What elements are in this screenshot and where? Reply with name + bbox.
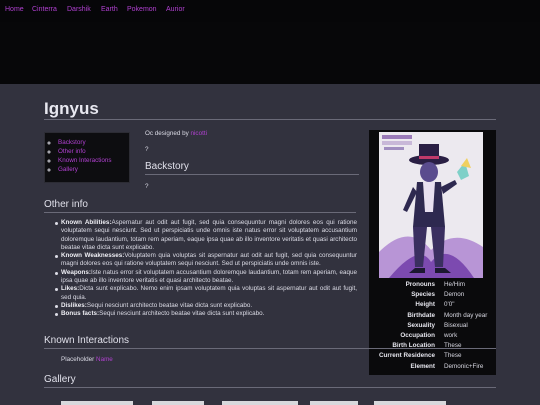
nav-link-darshik[interactable]: Darshik	[67, 6, 91, 13]
gallery-thumbnail[interactable]	[374, 401, 446, 405]
infobox-row-occupation: Occupation work	[369, 332, 496, 342]
gallery-thumbnail[interactable]	[61, 401, 133, 405]
infobox-row-current-residence: Current Residence These	[369, 352, 496, 362]
interaction-entry: Placeholder Name	[61, 356, 113, 363]
fact-label: Weapons:	[61, 268, 91, 276]
character-portrait[interactable]	[379, 132, 483, 278]
designer-credit: Oc designed by nicotti	[145, 130, 207, 137]
backstory-text: ?	[145, 183, 149, 190]
header-banner	[0, 22, 540, 84]
nav-link-earth[interactable]: Earth	[101, 6, 118, 13]
fact-label: Known Abilities:	[61, 219, 112, 226]
fact-item-abilities: Known Abilities:Aspernatur aut odit aut …	[55, 219, 357, 252]
infobox-label: Species	[411, 291, 435, 299]
designer-credit-prefix: Oc designed by	[145, 130, 191, 137]
designer-link[interactable]: nicotti	[191, 130, 207, 137]
other-info-heading: Other info	[44, 199, 88, 210]
infobox-row-birthdate: Birthdate Month day year	[369, 312, 496, 322]
gallery-heading: Gallery	[44, 374, 76, 385]
infobox-row-sexuality: Sexuality Bisexual	[369, 322, 496, 332]
gallery-thumbnail[interactable]	[152, 401, 204, 405]
character-portrait-art	[379, 132, 483, 278]
infobox-value: Demon	[444, 291, 465, 299]
infobox-label: Birthdate	[407, 311, 435, 319]
facts-list: Known Abilities:Aspernatur aut odit aut …	[55, 219, 357, 319]
known-interactions-heading: Known Interactions	[44, 335, 130, 346]
infobox-row-element: Element Demonic+Fire	[369, 363, 496, 373]
top-nav: Home Cinterra Darshik Earth Pokemon Auri…	[0, 0, 540, 22]
infobox-label: Element	[410, 362, 436, 370]
interaction-name-link[interactable]: Name	[96, 356, 113, 363]
backstory-divider	[145, 174, 359, 175]
toc-item-other-info[interactable]: Other info	[58, 147, 112, 156]
nav-link-aurior[interactable]: Aurior	[166, 6, 185, 13]
gallery-thumbnail[interactable]	[310, 401, 358, 405]
fact-label: Known Weaknesses:	[61, 252, 125, 260]
nav-link-cinterra[interactable]: Cinterra	[32, 6, 57, 13]
infobox-row-height: Height 0'0"	[369, 301, 496, 311]
fact-text: Iste natus error sit voluptatem accusant…	[61, 268, 357, 285]
infobox-value: These	[444, 352, 462, 360]
fact-label: Bonus facts:	[61, 310, 100, 318]
page-title: Ignyus	[44, 99, 99, 118]
toc-item-known-interactions[interactable]: Known Interactions	[58, 156, 112, 165]
infobox-value: Month day year	[444, 311, 488, 319]
intro-text: ?	[145, 146, 149, 153]
interaction-prefix: Placeholder	[61, 356, 97, 363]
toc-item-backstory[interactable]: Backstory	[58, 138, 112, 147]
toc-item-gallery[interactable]: Gallery	[58, 165, 112, 174]
fact-item-dislikes: Dislikes:Sequi nesciunt architecto beata…	[55, 301, 357, 310]
infobox-value: 0'0"	[444, 301, 455, 309]
infobox-value: Bisexual	[444, 321, 468, 329]
nav-link-pokemon[interactable]: Pokemon	[127, 6, 157, 13]
gallery-thumbnail[interactable]	[222, 401, 298, 405]
infobox-label: Sexuality	[407, 321, 435, 329]
fact-label: Dislikes:	[61, 301, 87, 309]
infobox-value: work	[444, 331, 458, 339]
infobox-label: Pronouns	[405, 281, 435, 288]
nav-link-home[interactable]: Home	[5, 6, 24, 13]
infobox-value: He/Him	[444, 281, 465, 288]
infobox-rows: Pronouns He/Him Species Demon Height 0'0" B…	[369, 281, 496, 373]
backstory-heading: Backstory	[145, 161, 189, 172]
infobox-label: Current Residence	[379, 352, 435, 360]
infobox-row-pronouns: Pronouns He/Him	[369, 281, 496, 291]
infobox-label: Height	[415, 301, 435, 309]
fact-item-bonus: Bonus facts:Sequi nesciunt architecto be…	[55, 310, 357, 318]
known-interactions-divider	[44, 348, 496, 349]
infobox-value: Demonic+Fire	[444, 362, 484, 370]
fact-label: Likes:	[61, 285, 80, 293]
infobox-row-species: Species Demon	[369, 291, 496, 301]
character-infobox: Pronouns He/Him Species Demon Height 0'0" B…	[369, 130, 496, 375]
fact-text: Dicta sunt explicabo. Nemo enim ipsam vo…	[61, 285, 357, 301]
fact-item-weaknesses: Known Weaknesses:Voluptatem quia volupta…	[55, 252, 357, 269]
infobox-label: Occupation	[400, 331, 435, 339]
fact-item-weapons: Weapons:Iste natus error sit voluptatem …	[55, 268, 357, 286]
title-divider	[44, 119, 496, 120]
table-of-contents: Backstory Other info Known Interactions …	[44, 132, 130, 183]
fact-text: Sequi nesciunt architecto beatae vitae d…	[86, 301, 253, 309]
other-info-divider	[44, 212, 356, 213]
fact-text: Sequi nesciunt architecto beatae vitae d…	[99, 310, 265, 318]
fact-item-likes: Likes:Dicta sunt explicabo. Nemo enim ip…	[55, 285, 357, 302]
gallery-divider	[44, 387, 496, 388]
